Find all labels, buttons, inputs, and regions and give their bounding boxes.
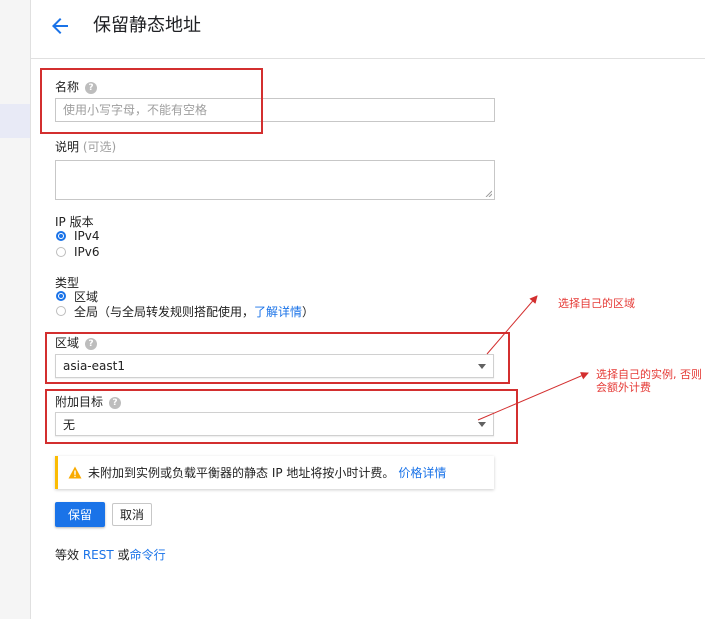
target-arrow (477, 372, 589, 421)
target-annotation: 选择自己的实例, 否则会额外计费 (596, 368, 702, 394)
region-annotation: 选择自己的区域 (558, 297, 635, 310)
region-arrow (486, 295, 538, 355)
